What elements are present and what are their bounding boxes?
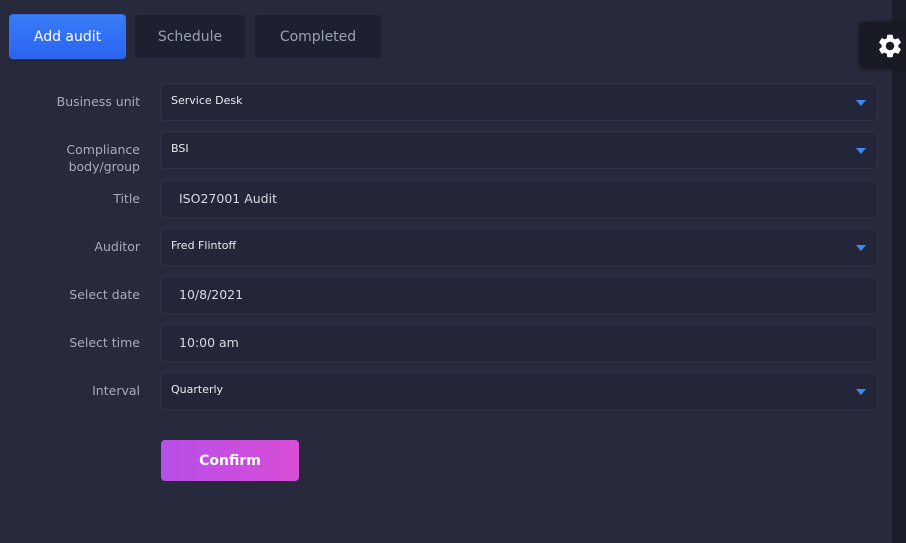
compliance-body-select[interactable]: BSI — [160, 131, 878, 169]
business-unit-select[interactable]: Service Desk — [160, 83, 878, 121]
caret-down-icon — [856, 389, 866, 395]
title-label: Title — [113, 191, 140, 206]
business-unit-label: Business unit — [56, 94, 140, 109]
tab-completed[interactable]: Completed — [255, 15, 381, 58]
settings-button[interactable] — [859, 22, 906, 69]
compliance-body-label: Compliance body/group — [10, 141, 140, 175]
caret-down-icon — [856, 245, 866, 251]
title-value: ISO27001 Audit — [179, 191, 277, 206]
date-label: Select date — [69, 287, 140, 302]
confirm-button[interactable]: Confirm — [161, 440, 299, 481]
caret-down-icon — [856, 100, 866, 106]
caret-down-icon — [856, 148, 866, 154]
interval-value: Quarterly — [171, 383, 224, 396]
interval-select[interactable]: Quarterly — [160, 372, 878, 410]
compliance-body-label-line1: Compliance — [66, 142, 140, 157]
tab-add-audit[interactable]: Add audit — [10, 15, 125, 58]
time-picker[interactable]: 10:00 am — [160, 324, 878, 362]
business-unit-value: Service Desk — [171, 94, 243, 107]
add-audit-page: Add audit Schedule Completed Business un… — [0, 0, 906, 543]
gear-icon — [879, 34, 901, 58]
tab-schedule[interactable]: Schedule — [135, 15, 245, 58]
time-value: 10:00 am — [179, 335, 239, 350]
compliance-body-label-line2: body/group — [68, 159, 140, 174]
auditor-label: Auditor — [94, 239, 140, 254]
interval-label: Interval — [92, 383, 140, 398]
time-label: Select time — [69, 335, 140, 350]
compliance-body-value: BSI — [171, 142, 189, 155]
auditor-select[interactable]: Fred Flintoff — [160, 228, 878, 266]
scrollbar-track[interactable] — [892, 0, 906, 543]
title-input[interactable]: ISO27001 Audit — [160, 180, 878, 218]
date-picker[interactable]: 10/8/2021 — [160, 276, 878, 314]
auditor-value: Fred Flintoff — [171, 239, 237, 252]
date-value: 10/8/2021 — [179, 287, 244, 302]
